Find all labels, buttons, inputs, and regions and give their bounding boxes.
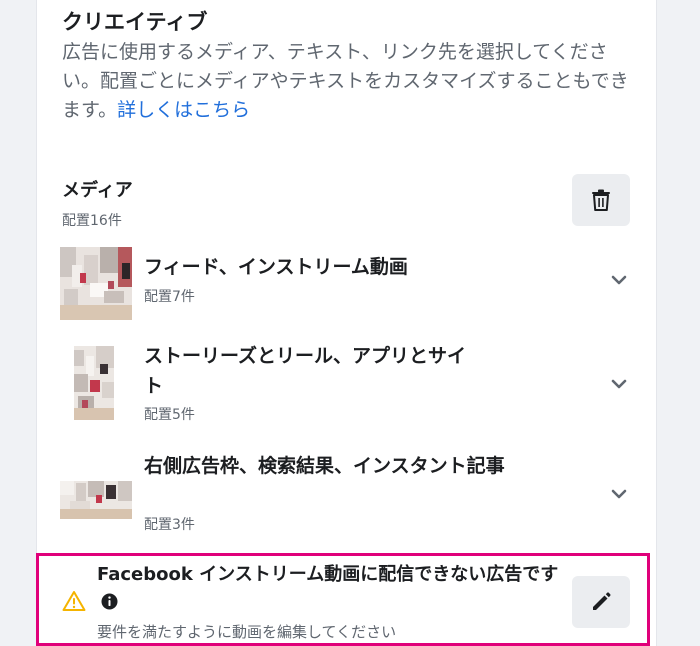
placement-label: フィード、インストリーム動画	[144, 256, 408, 278]
placement-label: 右側広告枠、検索結果、インスタント記事	[144, 455, 505, 477]
media-placement-count: 配置16件	[62, 213, 122, 229]
media-heading: メディア	[62, 180, 133, 201]
warning-hint: 要件を満たすように動画を編集してください	[97, 623, 397, 641]
trash-icon	[592, 189, 610, 211]
placement-row-feed[interactable]: フィード、インストリーム動画 配置7件	[60, 244, 635, 324]
warning-triangle-icon	[62, 591, 86, 611]
edit-video-button[interactable]	[572, 576, 630, 628]
pencil-icon	[593, 592, 611, 610]
section-description: 広告に使用するメディア、テキスト、リンク先を選択してください。配置ごとにメディア…	[62, 38, 634, 125]
placement-label: ストーリーズとリール、アプリとサイト	[144, 345, 467, 397]
placement-row-stories[interactable]: ストーリーズとリール、アプリとサイト 配置5件	[60, 338, 635, 428]
chevron-down-icon[interactable]	[608, 373, 630, 395]
placement-count: 配置3件	[144, 517, 195, 533]
media-thumbnail	[60, 247, 132, 320]
section-title: クリエイティブ	[62, 10, 208, 34]
learn-more-link[interactable]: 詳しくはこちら	[117, 99, 250, 121]
chevron-down-icon[interactable]	[608, 269, 630, 291]
chevron-down-icon[interactable]	[608, 483, 630, 505]
warning-text: Facebook インストリーム動画に配信できない広告です	[97, 564, 559, 585]
warning-message: Facebook インストリーム動画に配信できない広告です	[97, 561, 575, 619]
ineligible-placement-warning: Facebook インストリーム動画に配信できない広告です 要件を満たすように動…	[36, 553, 650, 646]
media-thumbnail	[60, 481, 132, 519]
info-icon[interactable]	[101, 591, 118, 619]
placement-count: 配置7件	[144, 289, 195, 305]
media-thumbnail	[74, 346, 114, 420]
placement-count: 配置5件	[144, 407, 195, 423]
delete-media-button[interactable]	[572, 174, 630, 226]
placement-row-right-column[interactable]: 右側広告枠、検索結果、インスタント記事 配置3件	[60, 448, 635, 538]
